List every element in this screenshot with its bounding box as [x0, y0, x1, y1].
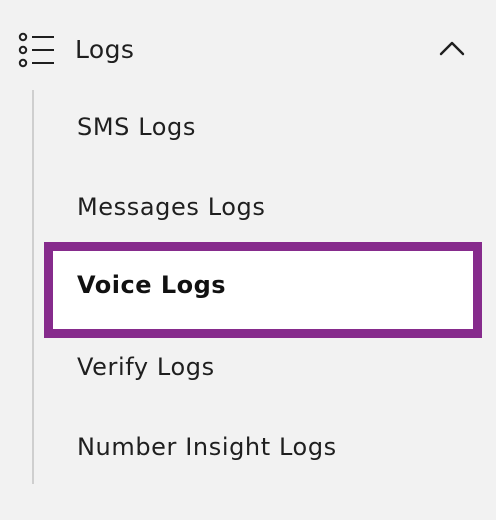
sidebar-item-label: Verify Logs: [77, 353, 215, 381]
sidebar-item-verify-logs[interactable]: Verify Logs: [44, 328, 482, 408]
sidebar-item-label: Number Insight Logs: [77, 433, 337, 461]
sidebar-item-label: Messages Logs: [77, 193, 266, 221]
logs-group-label: Logs: [75, 35, 135, 64]
tree-guide-line: [32, 90, 34, 484]
list-icon: [18, 32, 54, 68]
logs-group-header[interactable]: Logs: [0, 22, 496, 78]
logs-nav-group: Logs SMS Logs Messages Logs Voice Logs V…: [0, 0, 496, 520]
sidebar-item-label: SMS Logs: [77, 113, 196, 141]
sidebar-item-sms-logs[interactable]: SMS Logs: [44, 88, 482, 168]
chevron-up-icon[interactable]: [438, 38, 466, 58]
sidebar-item-number-insight-logs[interactable]: Number Insight Logs: [44, 408, 482, 488]
sidebar-item-voice-logs[interactable]: Voice Logs: [44, 242, 482, 338]
sidebar-item-label: Voice Logs: [77, 271, 227, 299]
sidebar-item-messages-logs[interactable]: Messages Logs: [44, 168, 482, 248]
